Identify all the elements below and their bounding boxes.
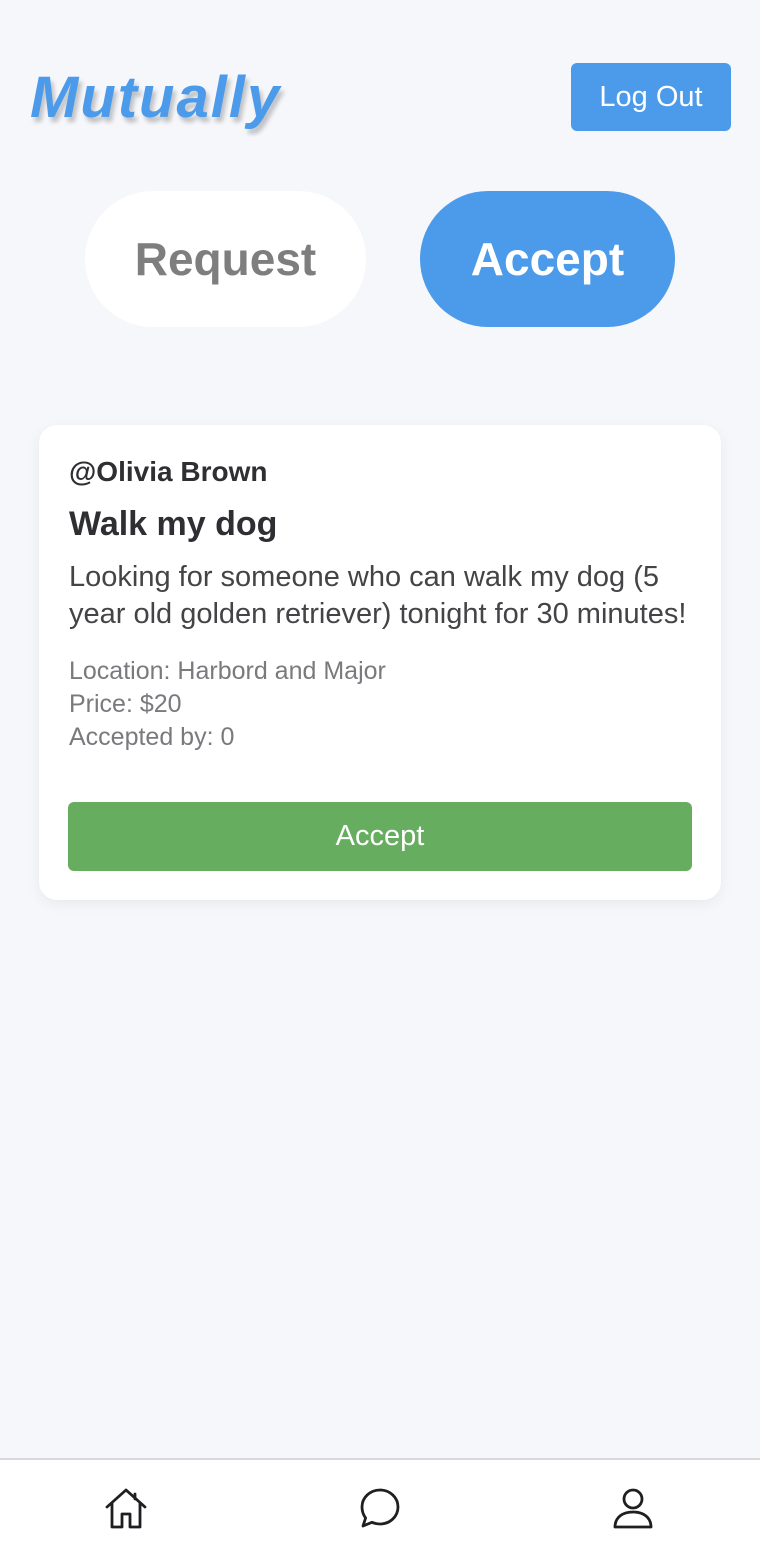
- post-price: Price: $20: [69, 690, 182, 718]
- nav-profile[interactable]: [605, 1480, 661, 1536]
- post-title: Walk my dog: [69, 505, 278, 543]
- profile-icon: [613, 1488, 653, 1529]
- nav-home[interactable]: [98, 1480, 154, 1536]
- accept-post-button[interactable]: Accept: [68, 802, 692, 871]
- post-location: Location: Harbord and Major: [69, 657, 386, 685]
- app-title: Mutually: [30, 65, 282, 130]
- post-accepted-count: Accepted by: 0: [69, 723, 235, 751]
- post-description: Looking for someone who can walk my dog …: [69, 561, 687, 630]
- nav-chat[interactable]: [352, 1480, 408, 1536]
- post-meta: Location: Harbord and Major Price: $20 A…: [69, 655, 692, 754]
- tab-request[interactable]: Request: [85, 191, 366, 327]
- tab-accept[interactable]: Accept: [420, 191, 675, 327]
- chat-icon: [360, 1488, 400, 1528]
- app-screen: Mutually Log Out Request Accept @Olivia …: [0, 0, 760, 1548]
- post-user: @Olivia Brown: [69, 456, 268, 487]
- bottom-nav: [0, 1458, 760, 1548]
- post-card: @Olivia Brown Walk my dog Looking for so…: [39, 425, 721, 900]
- home-icon: [105, 1488, 147, 1529]
- logout-button[interactable]: Log Out: [571, 63, 731, 131]
